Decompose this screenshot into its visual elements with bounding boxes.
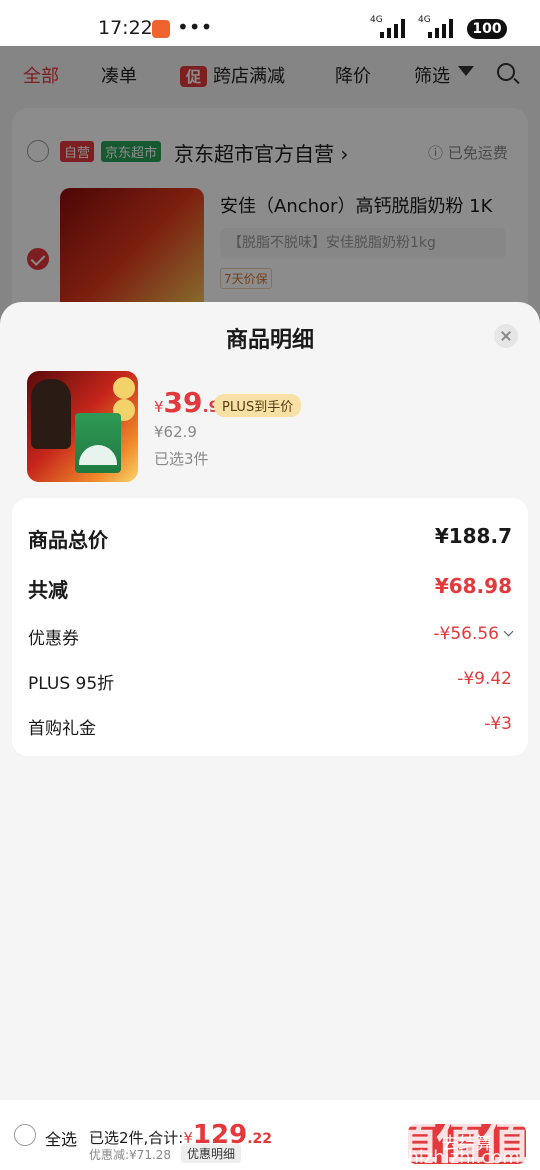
total-decimal: .22 xyxy=(247,1131,273,1147)
network-type-2: 4G xyxy=(418,15,431,25)
watermark-url: zhizhizhi.com xyxy=(398,1147,520,1168)
coupon-amount: -¥56.56 xyxy=(433,624,499,644)
discount-amount: 优惠减:¥71.28 xyxy=(89,1148,172,1162)
product-image xyxy=(27,371,138,482)
coupon-value[interactable]: -¥56.56 xyxy=(433,624,514,644)
total-reduction-label: 共减 xyxy=(28,578,68,602)
coupon-label: 优惠券 xyxy=(28,629,79,649)
notification-app-icon xyxy=(152,20,170,38)
plus-price-tag: PLUS到手价 xyxy=(214,394,302,417)
signal-icon: 4G xyxy=(370,15,405,38)
selected-quantity: 已选3件 xyxy=(154,450,209,468)
price-currency: ¥ xyxy=(154,398,164,416)
status-bar: 17:22 ••• 4G 4G 100 xyxy=(0,0,540,46)
product-detail-sheet: 商品明细 ¥39.9 PLUS到手价 ¥62.9 已选3件 商品总价 ¥188.… xyxy=(0,302,540,1170)
battery-icon: 100 xyxy=(467,19,507,39)
first-purchase-gift-label: 首购礼金 xyxy=(28,719,96,739)
price-summary-card: 商品总价 ¥188.7 共减 ¥68.98 优惠券 -¥56.56 PLUS 9… xyxy=(12,498,528,756)
signal-icon-2: 4G xyxy=(418,15,453,38)
sheet-title: 商品明细 xyxy=(225,328,314,353)
discount-detail-button[interactable]: 优惠明细 xyxy=(181,1144,242,1163)
plus-discount-label: PLUS 95折 xyxy=(28,674,115,694)
select-all-label[interactable]: 全选 xyxy=(45,1126,77,1150)
select-all-radio[interactable] xyxy=(14,1124,36,1146)
status-time: 17:22 xyxy=(98,17,153,39)
network-type-1: 4G xyxy=(370,15,383,25)
checkout-bar: 全选 已选2件,合计:¥129.22 优惠减:¥71.28 优惠明细 去结算 值… xyxy=(0,1100,540,1170)
product-price: ¥39.9 xyxy=(154,386,220,419)
close-icon[interactable] xyxy=(494,324,518,348)
selected-summary: 已选2件,合计: xyxy=(89,1129,184,1147)
total-reduction-value: ¥68.98 xyxy=(434,574,512,598)
more-notifications-icon: ••• xyxy=(177,15,213,39)
first-purchase-gift-value: -¥3 xyxy=(484,714,512,734)
chevron-down-icon[interactable] xyxy=(503,626,514,637)
total-price-value: ¥188.7 xyxy=(434,524,512,548)
total-price-label: 商品总价 xyxy=(28,528,108,552)
plus-discount-value: -¥9.42 xyxy=(457,669,512,689)
price-integer: 39 xyxy=(163,386,203,419)
original-price: ¥62.9 xyxy=(154,423,197,441)
